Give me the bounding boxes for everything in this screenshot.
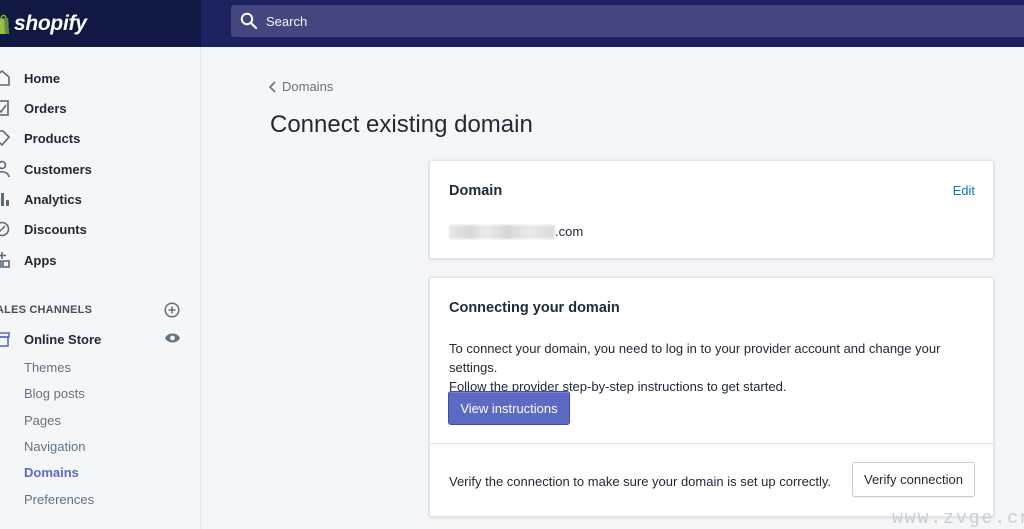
brand-logo[interactable]: shopify [0,0,201,47]
sidebar-subitem-blog-posts[interactable]: Blog posts [24,386,85,401]
breadcrumb-domains-link[interactable]: Domains [282,79,333,94]
top-bar: shopify Search [0,0,1024,47]
home-icon [0,69,10,86]
sidebar-item-label: Online Store [24,331,102,347]
tag-icon [0,130,10,147]
search-icon [240,12,258,30]
view-instructions-button[interactable]: View instructions [448,391,570,425]
domain-suffix: .com [555,224,584,239]
verify-connection-button[interactable]: Verify connection [852,462,975,497]
verify-description: Verify the connection to make sure your … [449,474,831,489]
brand-wordmark: shopify [14,11,87,35]
sidebar-item-products[interactable]: Products [0,127,200,149]
edit-link[interactable]: Edit [953,183,975,198]
sidebar-item-label: Customers [24,161,92,177]
search-bar[interactable]: Search [231,5,1024,37]
sidebar-item-label: Orders [24,100,67,116]
sidebar-item-orders[interactable]: Orders [0,97,200,119]
store-icon [0,332,10,347]
sidebar-item-label: Products [24,130,81,146]
connecting-domain-card: Connecting your domain To connect your d… [429,277,994,517]
shopify-bag-icon [0,14,9,34]
sales-channels-label: ALES CHANNELS [0,304,93,316]
description-line-1: To connect your domain, you need to log … [449,341,941,375]
sidebar-item-label: Apps [24,252,57,268]
sidebar-item-label: Analytics [24,191,82,207]
sidebar: Home Orders Products Customers Analytics… [0,47,201,529]
connecting-description: To connect your domain, you need to log … [449,339,979,396]
apps-icon [0,252,10,268]
add-channel-icon[interactable] [164,302,180,318]
watermark: www.zvge.cn [892,509,1024,529]
domain-value: .com [449,224,583,239]
sidebar-subitem-domains[interactable]: Domains [24,465,79,480]
sidebar-subitem-preferences[interactable]: Preferences [24,492,94,507]
sidebar-item-online-store[interactable]: Online Store [0,328,200,350]
person-icon [0,160,10,178]
sidebar-item-apps[interactable]: Apps [0,249,200,271]
sidebar-item-analytics[interactable]: Analytics [0,188,200,210]
sidebar-item-label: Home [24,70,61,86]
sidebar-subitem-navigation[interactable]: Navigation [24,439,85,454]
chevron-left-icon [268,80,276,93]
sidebar-item-customers[interactable]: Customers [0,158,200,180]
sidebar-subitem-themes[interactable]: Themes [24,360,71,375]
sidebar-item-discounts[interactable]: Discounts [0,218,200,240]
page-title: Connect existing domain [270,111,533,138]
domain-card: Domain Edit .com [429,160,994,259]
sidebar-item-home[interactable]: Home [0,67,200,89]
eye-icon[interactable] [164,332,181,344]
bar-chart-icon [1,193,9,206]
breadcrumb[interactable]: Domains [268,79,333,94]
sidebar-item-label: Discounts [24,221,87,237]
search-input[interactable]: Search [266,14,307,29]
sales-channels-header: ALES CHANNELS [0,300,200,320]
connecting-card-title: Connecting your domain [449,300,620,316]
orders-icon [0,100,9,116]
card-divider [430,443,993,444]
redacted-domain [449,224,555,239]
domain-card-title: Domain [449,183,503,199]
discount-icon [0,221,10,237]
sidebar-subitem-pages[interactable]: Pages [24,413,61,428]
